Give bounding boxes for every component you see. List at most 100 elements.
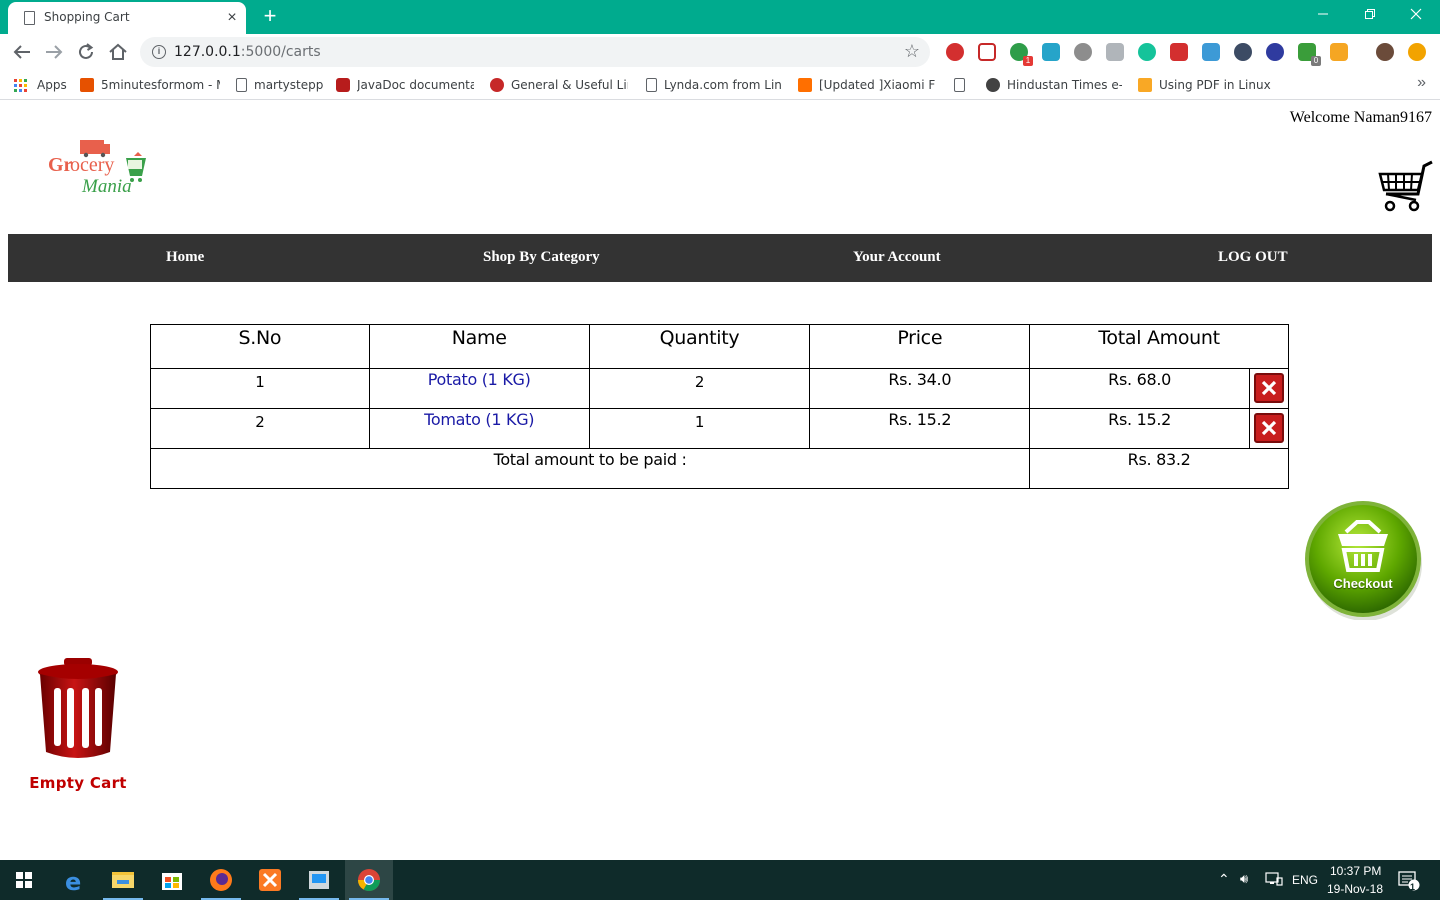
site-info-icon[interactable]: i	[152, 45, 166, 59]
film-ext-icon[interactable]	[1074, 43, 1092, 61]
cell-price: Rs. 34.0	[809, 368, 1031, 409]
bookmark-general-useful-links[interactable]: General & Useful Lin	[490, 76, 628, 94]
adblock-icon[interactable]	[946, 43, 964, 61]
bookmark-lynda[interactable]: Lynda.com from Link	[646, 76, 782, 94]
bookmark-untitled[interactable]	[954, 76, 972, 94]
cell-quantity: 1	[588, 408, 811, 449]
bookmark-5minutesformom[interactable]: 5minutesformom - M	[80, 76, 220, 94]
notification-count: 1	[1410, 882, 1416, 892]
start-button[interactable]	[0, 860, 48, 900]
bookmark-xiaomi[interactable]: [Updated ]Xiaomi Fla	[798, 76, 936, 94]
clock-time[interactable]: 10:37 PM	[1330, 864, 1381, 878]
product-link[interactable]: Tomato (1 KG)	[368, 408, 590, 449]
remove-item-button[interactable]	[1253, 413, 1284, 443]
tab-close-icon[interactable]: ×	[222, 8, 242, 28]
javadoc-icon	[336, 78, 350, 92]
cell-quantity: 2	[588, 368, 811, 409]
restore-icon[interactable]	[1355, 4, 1385, 26]
more-bookmarks-icon[interactable]: »	[1417, 74, 1426, 92]
download-ext-icon[interactable]	[1106, 43, 1124, 61]
file-explorer-icon[interactable]	[99, 860, 147, 900]
minimize-icon[interactable]	[1308, 4, 1338, 26]
back-icon[interactable]	[10, 40, 34, 64]
browser-tabstrip: Shopping Cart × +	[0, 0, 1440, 34]
bookmark-javadoc[interactable]: JavaDoc documentati	[336, 76, 474, 94]
grocery-mania-logo[interactable]: Gr ocery Mania	[46, 138, 152, 202]
k-ext-icon[interactable]	[1266, 43, 1284, 61]
mi-icon	[798, 78, 812, 92]
profile-avatar[interactable]	[1376, 43, 1394, 61]
xampp-icon[interactable]	[246, 860, 294, 900]
reload-icon[interactable]	[74, 40, 98, 64]
notification-icon[interactable]	[1398, 870, 1420, 895]
svg-text:e: e	[65, 868, 81, 896]
basket-icon	[1305, 501, 1422, 621]
new-tab-button[interactable]: +	[259, 4, 281, 28]
dark-ext-icon[interactable]	[1234, 43, 1252, 61]
home-icon[interactable]	[106, 40, 130, 64]
product-link[interactable]: Potato (1 KG)	[368, 368, 590, 409]
page-icon	[236, 78, 247, 92]
firefox-icon[interactable]	[197, 860, 245, 900]
table-row: 2 Tomato (1 KG) 1 Rs. 15.2 Rs. 15.2	[150, 408, 1290, 449]
clock-date[interactable]: 19-Nov-18	[1327, 882, 1383, 896]
edge-icon[interactable]: e	[51, 860, 99, 900]
empty-cart-button[interactable]: Empty Cart	[18, 774, 138, 792]
bookmark-star-icon[interactable]: ☆	[904, 41, 920, 62]
trash-can-icon[interactable]	[36, 656, 120, 764]
store-icon[interactable]	[148, 860, 196, 900]
network-icon[interactable]	[1265, 871, 1283, 890]
chrome-icon[interactable]	[345, 860, 393, 900]
bookmark-martystepp[interactable]: martystepp	[236, 76, 323, 94]
forward-icon[interactable]	[42, 40, 66, 64]
table-header-row: S.No Name Quantity Price Total Amount	[150, 324, 1289, 369]
svg-text:Gr: Gr	[48, 154, 73, 176]
network-app-icon[interactable]	[295, 860, 343, 900]
grammarly-icon[interactable]	[1138, 43, 1156, 61]
green-ext-icon[interactable]: 1	[1010, 43, 1033, 66]
video-ext-icon[interactable]	[978, 43, 996, 61]
orange-ext-icon[interactable]	[1330, 43, 1348, 61]
nav-logout[interactable]: LOG OUT	[1218, 249, 1288, 266]
grand-total-row: Total amount to be paid : Rs. 83.2	[149, 448, 1289, 489]
remove-item-button[interactable]	[1253, 373, 1284, 403]
tray-chevron-icon[interactable]: ⌃	[1218, 871, 1230, 888]
red-book-ext-icon[interactable]	[1170, 43, 1188, 61]
browser-tab[interactable]: Shopping Cart ×	[8, 2, 246, 34]
volume-icon[interactable]: 🔊︎	[1240, 871, 1248, 887]
shopping-cart-icon[interactable]	[1376, 160, 1434, 214]
bookmarks-bar: Apps 5minutesformom - M martystepp JavaD…	[0, 70, 1440, 100]
bookmark-apps[interactable]: Apps	[14, 76, 67, 94]
ht-icon	[986, 78, 1000, 92]
close-window-icon[interactable]	[1401, 4, 1431, 26]
windows-logo-icon	[16, 872, 32, 888]
mail-ext-icon[interactable]	[1202, 43, 1220, 61]
update-alert-icon[interactable]	[1408, 43, 1426, 61]
column-header-name: Name	[368, 324, 590, 369]
nav-home[interactable]: Home	[166, 249, 204, 266]
bookmark-hindustan-times[interactable]: Hindustan Times e-P	[986, 76, 1122, 94]
column-header-price: Price	[809, 324, 1031, 369]
tab-title: Shopping Cart	[44, 10, 130, 24]
cell-sno: 2	[150, 408, 370, 449]
green-ext-2-icon[interactable]: 0	[1298, 43, 1321, 66]
nav-your-account[interactable]: Your Account	[853, 249, 941, 266]
5minutes-icon	[80, 78, 94, 92]
close-icon	[1261, 380, 1277, 396]
welcome-message: Welcome Naman9167	[1289, 109, 1432, 126]
cell-total: Rs. 15.2	[1029, 408, 1250, 449]
close-icon	[1261, 420, 1277, 436]
svg-text:ocery: ocery	[70, 154, 114, 176]
page-icon	[646, 78, 657, 92]
screenshot-ext-icon[interactable]	[1042, 43, 1060, 61]
cell-delete	[1248, 368, 1290, 409]
address-bar[interactable]: i 127.0.0.1:5000/carts ☆	[140, 37, 930, 67]
nav-shop-by-category[interactable]: Shop By Category	[483, 249, 600, 266]
bookmark-pdf-linux[interactable]: Using PDF in Linux	[1138, 76, 1271, 94]
pdf-icon	[1138, 78, 1152, 92]
checkout-button[interactable]: Checkout	[1304, 500, 1422, 621]
windows-taskbar: e ⌃ 🔊︎ ENG 10:37 PM 19-Nov-18 1	[0, 860, 1440, 900]
link-icon	[490, 78, 504, 92]
language-indicator[interactable]: ENG	[1292, 873, 1318, 887]
apps-grid-icon	[14, 78, 27, 92]
